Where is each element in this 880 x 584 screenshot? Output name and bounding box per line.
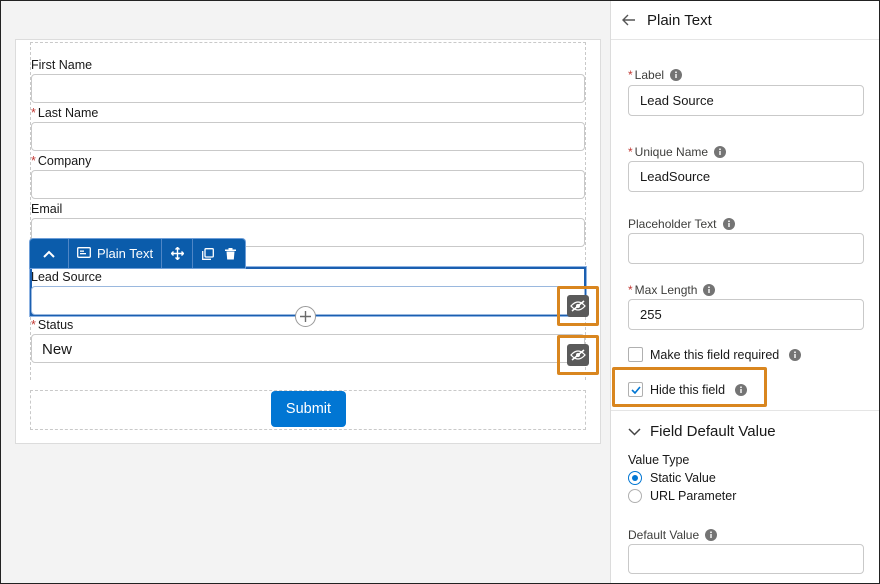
- static-value-radio[interactable]: [628, 471, 642, 485]
- placeholder-text-label: Placeholder Text: [628, 217, 735, 231]
- form-canvas: First Name * Last Name * Company Email Pla…: [1, 1, 610, 583]
- info-icon[interactable]: [705, 529, 718, 541]
- make-required-checkbox[interactable]: [628, 347, 643, 362]
- default-value-label: Default Value: [628, 528, 718, 542]
- required-marker: *: [31, 318, 36, 332]
- properties-panel: Plain Text * Label Lead Source * Unique Na…: [610, 1, 880, 583]
- section-divider: [611, 410, 880, 411]
- hide-field-checkbox[interactable]: [628, 382, 643, 397]
- placeholder-text-input[interactable]: [628, 233, 864, 264]
- static-value-option[interactable]: Static Value: [628, 471, 716, 485]
- collapse-button[interactable]: [30, 239, 69, 268]
- hidden-field-indicator: [557, 286, 599, 326]
- max-length-input[interactable]: 255: [628, 299, 864, 330]
- url-parameter-radio[interactable]: [628, 489, 642, 503]
- eye-slash-icon: [567, 295, 589, 317]
- chevron-down-icon: [628, 427, 641, 436]
- chevron-up-icon: [38, 250, 60, 258]
- checkmark-icon: [630, 385, 641, 394]
- info-icon[interactable]: [714, 146, 727, 158]
- unique-name-input[interactable]: LeadSource: [628, 161, 864, 192]
- label-input[interactable]: Lead Source: [628, 85, 864, 116]
- panel-title: Plain Text: [647, 11, 712, 29]
- panel-header: Plain Text: [611, 1, 880, 40]
- url-parameter-option[interactable]: URL Parameter: [628, 489, 736, 503]
- info-icon[interactable]: [722, 218, 735, 230]
- default-value-input[interactable]: [628, 544, 864, 574]
- value-type-label: Value Type: [628, 453, 690, 467]
- make-required-row: Make this field required: [628, 347, 802, 362]
- max-length-label: * Max Length: [628, 283, 716, 297]
- info-icon[interactable]: [670, 69, 683, 81]
- delete-icon[interactable]: [219, 247, 241, 260]
- first-name-input[interactable]: [31, 74, 585, 103]
- submit-button[interactable]: Submit: [271, 391, 346, 427]
- last-name-input[interactable]: [31, 122, 585, 151]
- hide-field-row: Hide this field: [628, 382, 748, 397]
- status-select[interactable]: New: [31, 334, 585, 363]
- hidden-field-indicator: [557, 335, 599, 375]
- toolbar-actions-2: [193, 239, 245, 268]
- info-icon[interactable]: [789, 348, 802, 361]
- first-name-label: First Name: [31, 58, 93, 72]
- form-card: First Name * Last Name * Company Email Pla…: [15, 39, 601, 444]
- last-name-label: * Last Name: [31, 106, 99, 120]
- move-icon[interactable]: [166, 247, 188, 260]
- field-default-value-section-toggle[interactable]: Field Default Value: [628, 423, 776, 440]
- required-marker: *: [31, 154, 36, 168]
- toolbar-actions: [162, 239, 194, 268]
- required-marker: *: [31, 106, 36, 120]
- submit-section: Submit: [30, 390, 586, 430]
- component-toolbar: Plain Text: [30, 239, 246, 268]
- company-label: * Company: [31, 154, 92, 168]
- text-field-icon: [77, 246, 91, 261]
- clone-icon[interactable]: [197, 247, 219, 260]
- back-arrow-icon[interactable]: [622, 14, 638, 26]
- plus-icon: [300, 311, 311, 322]
- unique-name-label: * Unique Name: [628, 145, 727, 159]
- add-field-button[interactable]: [295, 306, 316, 327]
- email-label: Email: [31, 202, 63, 216]
- status-label: * Status: [31, 318, 74, 332]
- label-field-label: * Label: [628, 68, 683, 82]
- info-icon[interactable]: [703, 284, 716, 296]
- company-input[interactable]: [31, 170, 585, 199]
- info-icon[interactable]: [735, 383, 748, 396]
- eye-slash-icon: [567, 344, 589, 366]
- lead-source-label: Lead Source: [31, 270, 102, 284]
- component-type-label: Plain Text: [69, 239, 163, 268]
